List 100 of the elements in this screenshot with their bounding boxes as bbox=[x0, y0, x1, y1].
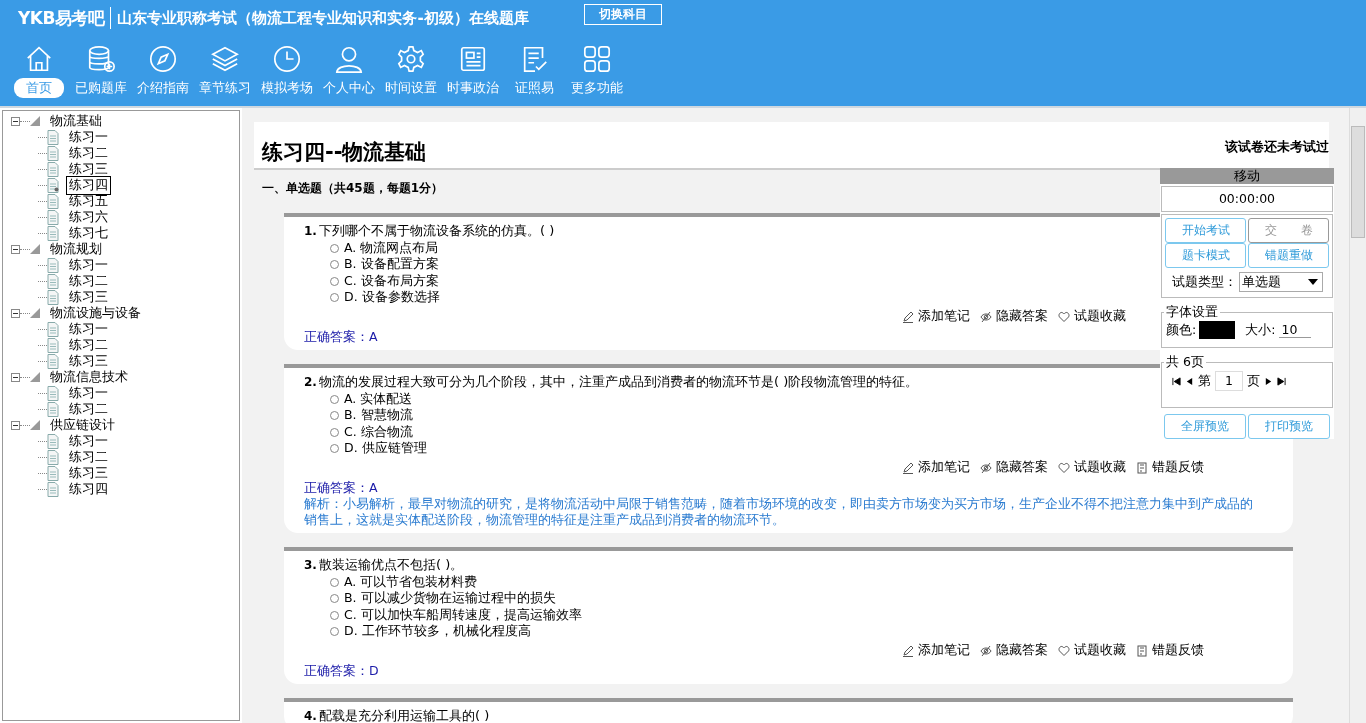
eye-icon bbox=[980, 461, 992, 474]
action-link[interactable]: 隐藏答案 bbox=[996, 459, 1048, 476]
action-link[interactable]: 隐藏答案 bbox=[996, 308, 1048, 325]
triangle-icon bbox=[30, 116, 40, 126]
font-settings-legend: 字体设置 bbox=[1164, 304, 1220, 321]
action-link[interactable]: 试题收藏 bbox=[1074, 642, 1126, 659]
question-text: 4.配载是充分利用运输工具的( ) bbox=[304, 707, 490, 723]
user-icon bbox=[333, 44, 364, 74]
collapse-icon[interactable] bbox=[11, 372, 20, 382]
color-label: 颜色: bbox=[1166, 321, 1197, 339]
question-text: 3.散装运输优点不包括( )。 bbox=[304, 556, 464, 574]
option-label[interactable]: C. 设备布局方案 bbox=[344, 272, 439, 290]
document-icon bbox=[47, 321, 59, 337]
document-icon bbox=[47, 449, 59, 465]
option-label[interactable]: D. 供应链管理 bbox=[344, 440, 427, 458]
option-label[interactable]: C. 可以加快车船周转速度，提高运输效率 bbox=[344, 606, 582, 624]
scrollbar[interactable] bbox=[1349, 108, 1366, 723]
radio-button[interactable] bbox=[330, 260, 339, 270]
radio-button[interactable] bbox=[330, 594, 339, 604]
radio-button[interactable] bbox=[330, 610, 339, 620]
collapse-icon[interactable] bbox=[11, 244, 20, 254]
triangle-icon bbox=[30, 244, 40, 254]
action-link[interactable]: 错题反馈 bbox=[1152, 642, 1204, 659]
pencil-icon bbox=[902, 461, 914, 474]
collapse-icon[interactable] bbox=[11, 116, 20, 126]
tree-group-label[interactable]: 物流设施与设备 bbox=[50, 304, 141, 322]
heart-icon bbox=[1058, 461, 1070, 474]
radio-button[interactable] bbox=[330, 276, 339, 286]
option-label[interactable]: A. 可以节省包装材料费 bbox=[344, 573, 478, 591]
tree-item[interactable]: 练习四 bbox=[66, 175, 111, 195]
collapse-icon[interactable] bbox=[11, 420, 20, 430]
heart-icon bbox=[1058, 310, 1070, 323]
timer: 00:00:00 bbox=[1161, 186, 1333, 212]
clock-icon bbox=[271, 44, 302, 74]
triangle-icon bbox=[30, 420, 40, 430]
document-icon bbox=[47, 353, 59, 369]
radio-button[interactable] bbox=[330, 444, 339, 454]
option-label[interactable]: B. 智慧物流 bbox=[344, 407, 413, 425]
panel-title-bar[interactable]: 移动 bbox=[1160, 168, 1334, 184]
radio-button[interactable] bbox=[330, 243, 339, 253]
document-icon bbox=[47, 145, 59, 161]
radio-button[interactable] bbox=[330, 411, 339, 421]
option-label[interactable]: C. 综合物流 bbox=[344, 423, 413, 441]
grid-icon bbox=[581, 44, 612, 74]
first-page-icon[interactable] bbox=[1172, 376, 1181, 386]
action-link[interactable]: 错题反馈 bbox=[1152, 459, 1204, 476]
correct-answer: 正确答案：A bbox=[304, 329, 378, 345]
radio-button[interactable] bbox=[330, 427, 339, 437]
logo: YKB易考吧 bbox=[18, 6, 105, 30]
option-label[interactable]: D. 工作环节较多，机械化程度高 bbox=[344, 623, 531, 641]
option-label[interactable]: B. 可以减少货物在运输过程中的损失 bbox=[344, 590, 556, 608]
question-text: 1.下列哪个不属于物流设备系统的仿真。( ) bbox=[304, 222, 555, 240]
section-heading: 一、单选题（共45题，每题1分） bbox=[262, 180, 444, 197]
option-label[interactable]: A. 物流网点布局 bbox=[344, 239, 439, 257]
caret-icon bbox=[1307, 279, 1318, 285]
document-icon bbox=[1136, 461, 1148, 474]
tree-group-label[interactable]: 物流规划 bbox=[50, 240, 102, 258]
page-count-legend: 共 6页 bbox=[1164, 354, 1206, 371]
pencil-icon bbox=[902, 310, 914, 323]
size-field[interactable]: 10 bbox=[1279, 322, 1312, 338]
radio-button[interactable] bbox=[330, 394, 339, 404]
app-title: 山东专业职称考试（物流工程专业知识和实务-初级）在线题库 bbox=[117, 8, 529, 28]
option-label[interactable]: B. 设备配置方案 bbox=[344, 256, 439, 274]
action-link[interactable]: 添加笔记 bbox=[918, 308, 970, 325]
tree-group-label[interactable]: 供应链设计 bbox=[50, 416, 115, 434]
triangle-icon bbox=[30, 308, 40, 318]
previous-page-icon[interactable] bbox=[1185, 376, 1194, 386]
radio-button[interactable] bbox=[330, 577, 339, 587]
radio-button[interactable] bbox=[330, 293, 339, 303]
option-label[interactable]: A. 实体配送 bbox=[344, 390, 413, 408]
pencil-icon bbox=[902, 644, 914, 657]
document-icon bbox=[47, 337, 59, 353]
next-page-icon[interactable] bbox=[1264, 376, 1273, 386]
document-icon bbox=[47, 273, 59, 289]
color-swatch[interactable] bbox=[1199, 321, 1236, 339]
compass-icon bbox=[147, 44, 178, 74]
last-page-icon[interactable] bbox=[1277, 376, 1286, 386]
option-label[interactable]: D. 设备参数选择 bbox=[344, 289, 440, 307]
exam-status: 该试卷还未考试过 bbox=[1225, 139, 1329, 156]
page-field[interactable]: 1 bbox=[1215, 371, 1243, 391]
document-icon bbox=[47, 257, 59, 273]
document-icon bbox=[47, 465, 59, 481]
question-type-dropdown[interactable]: 单选题 bbox=[1238, 272, 1323, 292]
page-prefix: 第 bbox=[1198, 372, 1211, 390]
document-icon bbox=[47, 193, 59, 209]
document-icon bbox=[47, 209, 59, 225]
action-link[interactable]: 隐藏答案 bbox=[996, 642, 1048, 659]
tree-group-label[interactable]: 物流基础 bbox=[50, 112, 102, 130]
radio-button[interactable] bbox=[330, 627, 339, 637]
action-link[interactable]: 添加笔记 bbox=[918, 459, 970, 476]
tree-group-label[interactable]: 物流信息技术 bbox=[50, 368, 128, 386]
document-icon bbox=[47, 129, 59, 145]
action-link[interactable]: 添加笔记 bbox=[918, 642, 970, 659]
paper-title: 练习四--物流基础 bbox=[262, 139, 427, 166]
action-link[interactable]: 试题收藏 bbox=[1074, 459, 1126, 476]
action-link[interactable]: 试题收藏 bbox=[1074, 308, 1126, 325]
collapse-icon[interactable] bbox=[11, 308, 20, 318]
scrollbar-thumb[interactable] bbox=[1351, 126, 1365, 238]
eye-icon bbox=[980, 644, 992, 657]
document-icon bbox=[47, 225, 59, 241]
